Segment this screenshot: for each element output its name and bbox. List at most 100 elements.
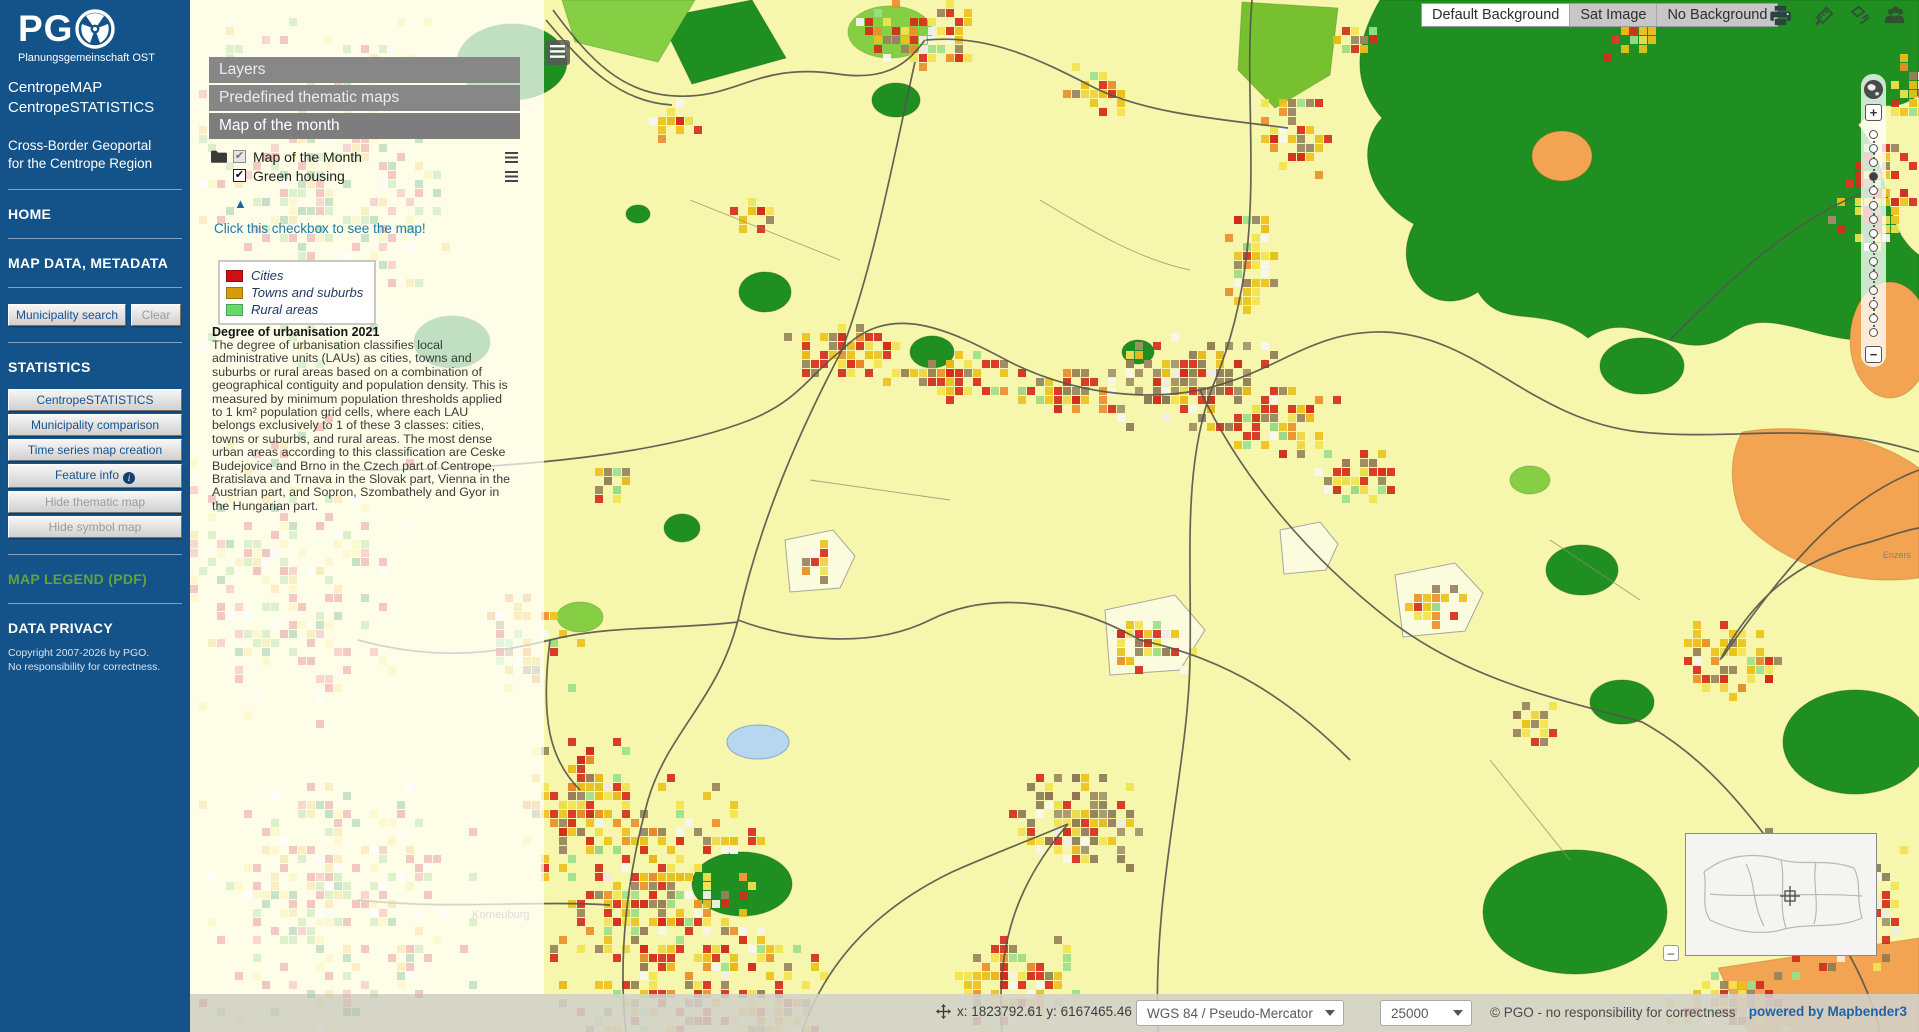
site-title: CentropeMAP CentropeSTATISTICS [0, 64, 190, 119]
coordinates-value: x: 1823792.61 y: 6167465.46 [957, 1004, 1132, 1019]
zoom-stop[interactable] [1869, 328, 1878, 337]
zoom-out-button[interactable]: − [1865, 346, 1882, 363]
zoom-stop[interactable] [1869, 257, 1878, 266]
tab-sat-image[interactable]: Sat Image [1570, 4, 1657, 26]
zoom-slider[interactable] [1869, 127, 1878, 340]
copyright-line: No responsibility for correctness. [8, 660, 182, 674]
site-title-line: CentropeMAP [8, 78, 178, 98]
layers-side-pane: Layers Predefined thematic maps Map of t… [190, 0, 544, 994]
municipality-comparison-button[interactable]: Municipality comparison [8, 414, 182, 436]
pane-toggle-button[interactable] [545, 40, 570, 65]
measure-icon[interactable] [1813, 4, 1836, 27]
layer-group-label: Map of the Month [253, 149, 362, 165]
map-description-body: The degree of urbanisation classifies lo… [212, 339, 515, 513]
map-lake [727, 725, 789, 759]
sketch-icon[interactable] [1849, 4, 1872, 27]
zoom-stop[interactable] [1869, 130, 1878, 139]
overview-collapse-button[interactable]: – [1663, 945, 1679, 961]
status-bar: x: 1823792.61 y: 6167465.46 WGS 84 / Pse… [190, 994, 1919, 1032]
zoom-in-button[interactable]: + [1865, 104, 1882, 121]
layer-tree: ✔ Map of the Month ✔ Green housing [211, 147, 521, 185]
map-legend-pdf-link[interactable]: MAP LEGEND (PDF) [0, 571, 190, 587]
site-tagline: Cross-Border Geoportal for the Centrope … [0, 119, 190, 173]
accordion-layers[interactable]: Layers [209, 57, 520, 83]
zoom-stop[interactable] [1869, 172, 1878, 181]
zoom-stop[interactable] [1869, 201, 1878, 210]
legend-swatch-rural [226, 304, 243, 316]
layer-label: Green housing [253, 168, 345, 184]
legend-label: Towns and suburbs [251, 285, 363, 300]
legend-row: Rural areas [226, 301, 368, 318]
coordinates-display: x: 1823792.61 y: 6167465.46 [936, 1004, 1132, 1019]
legend-swatch-cities [226, 270, 243, 282]
zoom-stop[interactable] [1869, 271, 1878, 280]
srs-select[interactable]: WGS 84 / Pseudo-Mercator [1136, 1000, 1344, 1026]
divider [8, 342, 182, 343]
divider [8, 287, 182, 288]
pgo-logo[interactable]: PG Planungsgemeinschaft OST [0, 0, 190, 64]
pane-accordion: Layers Predefined thematic maps Map of t… [209, 57, 520, 141]
main-sidebar: PG Planungsgemeinschaft OST CentropeMAP … [0, 0, 190, 1032]
centropestatistics-button[interactable]: CentropeSTATISTICS [8, 389, 182, 411]
hide-thematic-button: Hide thematic map [8, 491, 182, 513]
overview-map[interactable] [1685, 833, 1877, 956]
layer-menu-icon[interactable] [505, 150, 518, 166]
sidebar-item-data-privacy[interactable]: DATA PRIVACY [0, 620, 190, 636]
accordion-thematic-maps[interactable]: Predefined thematic maps [209, 85, 520, 111]
zoom-stop[interactable] [1869, 286, 1878, 295]
group-checkbox[interactable]: ✔ [233, 150, 246, 163]
tagline-line: Cross-Border Geoportal [8, 137, 178, 155]
legend-label: Cities [251, 268, 284, 283]
map-legend-box: Cities Towns and suburbs Rural areas [218, 260, 376, 325]
tab-no-background[interactable]: No Background [1657, 4, 1777, 26]
copyright-text: © PGO - no responsibility for correctnes… [1490, 1005, 1736, 1020]
users-icon[interactable] [1884, 4, 1907, 27]
hide-symbol-button: Hide symbol map [8, 516, 182, 538]
zoom-stop[interactable] [1869, 215, 1878, 224]
legend-row: Towns and suburbs [226, 284, 368, 301]
copyright-note: Copyright 2007-2026 by PGO. No responsib… [0, 636, 190, 674]
zoom-stop[interactable] [1869, 314, 1878, 323]
divider [8, 554, 182, 555]
zoom-stop[interactable] [1869, 229, 1878, 238]
municipality-search-button[interactable]: Municipality search [8, 304, 126, 326]
accordion-map-of-month[interactable]: Map of the month [209, 113, 520, 139]
time-series-button[interactable]: Time series map creation [8, 439, 182, 461]
background-switcher: Default Background Sat Image No Backgrou… [1421, 3, 1778, 27]
layer-menu-icon[interactable] [505, 169, 518, 185]
zoom-stop[interactable] [1869, 300, 1878, 309]
statistics-heading: STATISTICS [0, 359, 190, 375]
powered-by-link[interactable]: powered by Mapbender3 [1749, 1004, 1907, 1019]
logo-text: PG [18, 8, 73, 50]
pgo-emblem-icon [75, 9, 115, 49]
globe-icon[interactable] [1863, 79, 1884, 100]
layer-checkbox[interactable]: ✔ [233, 169, 246, 182]
legend-label: Rural areas [251, 302, 318, 317]
tab-default-background[interactable]: Default Background [1422, 4, 1570, 26]
zoom-stop[interactable] [1869, 243, 1878, 252]
hamburger-icon [550, 45, 565, 61]
layer-group-row: ✔ Map of the Month [211, 147, 521, 166]
scale-select[interactable]: 25000 [1380, 1000, 1472, 1026]
sidebar-item-map-data[interactable]: MAP DATA, METADATA [0, 255, 190, 271]
feature-info-button[interactable]: Feature infoi [8, 464, 182, 488]
logo-caption: Planungsgemeinschaft OST [18, 52, 178, 64]
map-description-title: Degree of urbanisation 2021 [212, 325, 379, 339]
chevron-down-icon [1325, 1010, 1335, 1016]
folder-icon [211, 150, 227, 163]
tagline-line: for the Centrope Region [8, 155, 178, 173]
sidebar-item-home[interactable]: HOME [0, 206, 190, 222]
zoom-stop[interactable] [1869, 186, 1878, 195]
zoom-stop[interactable] [1869, 144, 1878, 153]
collapse-arrow-icon[interactable]: ▲ [234, 196, 247, 211]
move-icon [936, 1004, 951, 1019]
layer-row: ✔ Green housing [211, 166, 521, 185]
checkbox-hint-text: Click this checkbox to see the map! [214, 221, 426, 236]
legend-swatch-towns [226, 287, 243, 299]
print-icon[interactable] [1769, 4, 1792, 27]
zoom-control: + − [1861, 74, 1886, 367]
site-title-line: CentropeSTATISTICS [8, 98, 178, 118]
legend-row: Cities [226, 267, 368, 284]
zoom-stop[interactable] [1869, 158, 1878, 167]
divider [8, 189, 182, 190]
